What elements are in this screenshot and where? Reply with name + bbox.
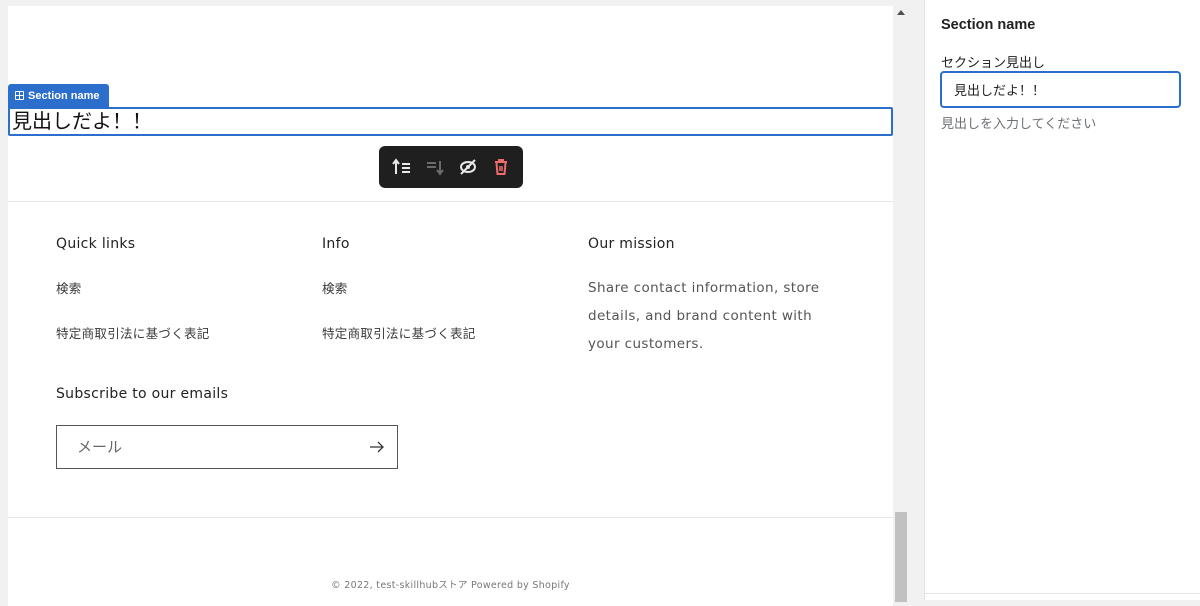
info-heading: Info: [322, 236, 350, 252]
heading-field-label: セクション見出し: [941, 55, 1046, 70]
quick-links-legal-link[interactable]: 特定商取引法に基づく表記: [56, 323, 210, 342]
move-down-icon: [426, 161, 444, 176]
move-down-button[interactable]: [422, 154, 448, 180]
heading-input[interactable]: [940, 71, 1181, 108]
footer-mission: Our mission Share contact information, s…: [588, 236, 848, 358]
quick-links-heading: Quick links: [56, 236, 136, 252]
section-badge-label: Section name: [28, 89, 100, 102]
subscribe-title: Subscribe to our emails: [56, 386, 229, 402]
hide-section-button[interactable]: [455, 154, 481, 180]
footer-info: Info 検索 特定商取引法に基づく表記: [322, 236, 476, 342]
arrow-right-icon[interactable]: [369, 441, 385, 453]
info-search-link[interactable]: 検索: [322, 278, 476, 297]
sidebar-bottom-divider: [925, 593, 1200, 594]
copyright-text: © 2022, test-skillhubストア Powered by Shop…: [331, 580, 570, 591]
store-preview: Section name 見出しだよ！！ Quick links 検索 特定商取…: [8, 6, 893, 606]
hide-icon: [459, 159, 476, 175]
section-grid-icon: [15, 91, 24, 100]
section-badge[interactable]: Section name: [8, 84, 109, 107]
footer-top-divider: [8, 201, 893, 202]
footer-quick-links: Quick links 検索 特定商取引法に基づく表記: [56, 236, 210, 342]
scroll-up-arrow-icon[interactable]: [897, 10, 905, 15]
heading-help-text: 見出しを入力してください: [941, 116, 1097, 131]
move-up-icon: [391, 158, 410, 174]
mission-heading: Our mission: [588, 236, 675, 252]
panel-title: Section name: [941, 17, 1036, 33]
email-signup-box: [56, 425, 398, 469]
section-toolbar: [379, 146, 523, 188]
mission-text: Share contact information, store details…: [588, 280, 820, 352]
section-heading[interactable]: 見出しだよ！！: [12, 109, 152, 134]
info-legal-link[interactable]: 特定商取引法に基づく表記: [322, 323, 476, 342]
delete-section-button[interactable]: [488, 154, 514, 180]
move-up-button[interactable]: [389, 154, 415, 180]
email-input[interactable]: [77, 438, 337, 456]
delete-icon: [494, 159, 507, 175]
scroll-thumb[interactable]: [895, 512, 907, 602]
footer-bottom-divider: [8, 517, 893, 518]
quick-links-search-link[interactable]: 検索: [56, 278, 210, 297]
selected-section-frame[interactable]: 見出しだよ！！: [8, 107, 893, 136]
settings-sidebar: Section name セクション見出し 見出しを入力してください: [924, 0, 1200, 600]
preview-scrollbar[interactable]: [893, 6, 909, 602]
